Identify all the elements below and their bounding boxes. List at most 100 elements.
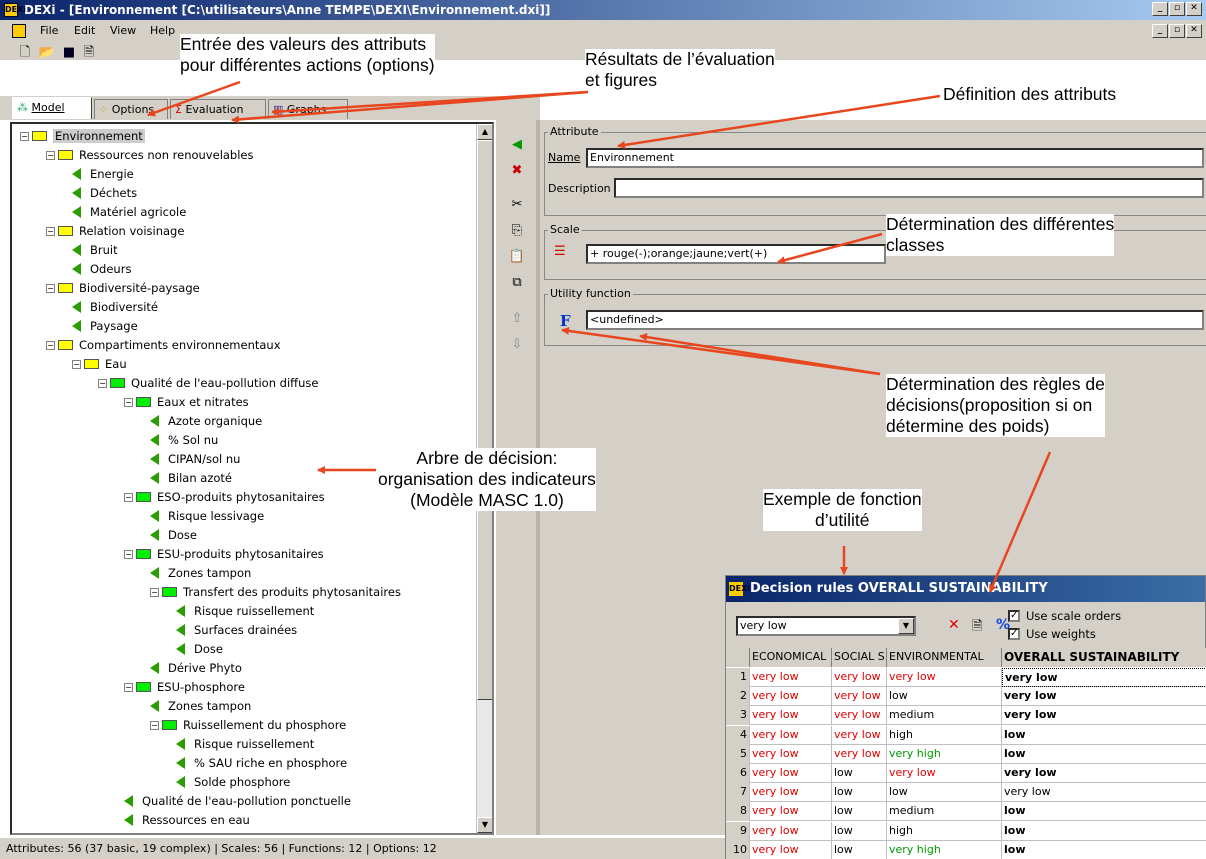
duplicate-icon[interactable]: ⧉ bbox=[508, 274, 526, 292]
child-close-button[interactable]: ✕ bbox=[1186, 24, 1202, 38]
rule-cell[interactable]: high bbox=[887, 821, 1002, 841]
rule-row[interactable]: 4 very low very low high low bbox=[726, 725, 1206, 745]
rule-cell[interactable]: low bbox=[1002, 802, 1206, 821]
rule-cell[interactable]: low bbox=[1002, 726, 1206, 745]
menu-help[interactable]: Help bbox=[150, 24, 175, 37]
rule-cell[interactable]: very low bbox=[887, 668, 1002, 687]
scroll-down-button[interactable]: ▼ bbox=[477, 817, 492, 833]
tab-graphs[interactable]: ▥ Graphs bbox=[268, 99, 348, 119]
copy-icon[interactable]: ⎘ bbox=[508, 222, 526, 240]
menu-edit[interactable]: Edit bbox=[74, 24, 95, 37]
column-header[interactable]: ENVIRONMENTAL bbox=[887, 648, 1002, 667]
tree-node[interactable]: − Biodiversité-paysage bbox=[46, 279, 200, 297]
collapse-icon[interactable]: − bbox=[72, 359, 81, 369]
utility-function-field[interactable]: <undefined> bbox=[586, 310, 1204, 330]
add-attribute-icon[interactable]: ◀ bbox=[508, 136, 526, 154]
rule-row[interactable]: 7 very low low low very low bbox=[726, 783, 1206, 803]
mdi-child-icon[interactable] bbox=[12, 24, 26, 38]
collapse-icon[interactable]: − bbox=[46, 226, 55, 236]
name-field[interactable]: Environnement bbox=[586, 148, 1204, 168]
rule-cell[interactable]: very low bbox=[832, 744, 887, 764]
tree-node[interactable]: − Compartiments environnementaux bbox=[46, 336, 281, 354]
tree-node[interactable]: Dose bbox=[176, 640, 223, 658]
rule-cell[interactable]: very low bbox=[1002, 783, 1206, 802]
rule-cell[interactable]: very low bbox=[832, 725, 887, 745]
rule-cell[interactable]: medium bbox=[887, 706, 1002, 726]
rule-cell[interactable]: very low bbox=[1002, 668, 1206, 687]
collapse-icon[interactable]: − bbox=[124, 549, 133, 559]
rule-cell[interactable]: high bbox=[887, 725, 1002, 745]
tree-node[interactable]: − Eau bbox=[72, 355, 127, 373]
delete-attribute-icon[interactable]: ✖ bbox=[508, 162, 526, 180]
rule-row[interactable]: 2 very low very low low very low bbox=[726, 687, 1206, 707]
menu-file[interactable]: File bbox=[40, 24, 58, 37]
rule-cell[interactable]: medium bbox=[887, 802, 1002, 822]
tree-node[interactable]: % Sol nu bbox=[150, 431, 218, 449]
rule-cell[interactable]: very low bbox=[832, 668, 887, 687]
tree-node[interactable]: Biodiversité bbox=[72, 298, 158, 316]
rule-row[interactable]: 3 very low very low medium very low bbox=[726, 706, 1206, 726]
tree-node[interactable]: Risque ruissellement bbox=[176, 735, 314, 753]
value-dropdown[interactable]: very low ▼ bbox=[736, 616, 916, 636]
collapse-icon[interactable]: − bbox=[46, 340, 55, 350]
rule-cell[interactable]: very low bbox=[750, 706, 832, 726]
tree-node[interactable]: % SAU riche en phosphore bbox=[176, 754, 347, 772]
rule-cell[interactable]: low bbox=[832, 783, 887, 803]
rule-cell[interactable]: very low bbox=[750, 764, 832, 783]
collapse-icon[interactable]: − bbox=[98, 835, 107, 836]
tree-node[interactable]: Risque lessivage bbox=[150, 507, 264, 525]
tab-options[interactable]: ⁘ Options bbox=[94, 99, 168, 119]
rule-cell[interactable]: very low bbox=[750, 840, 832, 859]
tree-node[interactable]: Ressources en eau bbox=[124, 811, 250, 829]
tree-node[interactable]: − ESU-produits phytosanitaires bbox=[124, 545, 324, 563]
menu-view[interactable]: View bbox=[110, 24, 136, 37]
rule-row[interactable]: 8 very low low medium low bbox=[726, 802, 1206, 822]
restore-button[interactable]: ▫ bbox=[1169, 2, 1185, 16]
open-folder-icon[interactable]: 📂 bbox=[38, 44, 56, 62]
rule-cell[interactable]: low bbox=[832, 802, 887, 822]
tree-node[interactable]: − Relation voisinage bbox=[46, 222, 184, 240]
report-icon[interactable]: 🗎 bbox=[80, 44, 98, 62]
rule-cell[interactable]: very low bbox=[750, 783, 832, 803]
new-file-icon[interactable]: 🗋 bbox=[16, 44, 34, 62]
tree-node[interactable]: Azote organique bbox=[150, 412, 262, 430]
rule-row[interactable]: 5 very low very low very high low bbox=[726, 744, 1206, 764]
collapse-icon[interactable]: − bbox=[124, 682, 133, 692]
rule-cell[interactable]: very low bbox=[750, 821, 832, 841]
tree-node[interactable]: − ESO-produits phytosanitaires bbox=[124, 488, 325, 506]
tree-node[interactable]: Energie bbox=[72, 165, 134, 183]
rule-cell[interactable]: very low bbox=[1002, 706, 1206, 725]
child-restore-button[interactable]: ▫ bbox=[1169, 24, 1185, 38]
tree-node[interactable]: Zones tampon bbox=[150, 697, 251, 715]
rule-cell[interactable]: very low bbox=[750, 802, 832, 822]
rule-row[interactable]: 6 very low low very low very low bbox=[726, 764, 1206, 783]
tree-node[interactable]: − Qualité de l'eau-pollution diffuse bbox=[98, 374, 318, 392]
rule-cell[interactable]: very low bbox=[750, 725, 832, 745]
collapse-icon[interactable]: − bbox=[98, 378, 107, 388]
cut-icon[interactable]: ✂ bbox=[508, 196, 526, 214]
use-weights-checkbox[interactable]: ✓ Use weights bbox=[1008, 627, 1096, 641]
rule-cell[interactable]: very high bbox=[887, 840, 1002, 859]
tree-node[interactable]: − Transfert des produits phytosanitaires bbox=[150, 583, 401, 601]
rule-cell[interactable]: low bbox=[832, 840, 887, 859]
column-header[interactable]: ECONOMICAL bbox=[750, 648, 832, 667]
tree-node[interactable]: Surfaces drainées bbox=[176, 621, 297, 639]
tree-node[interactable]: CIPAN/sol nu bbox=[150, 450, 240, 468]
scale-field[interactable]: + rouge(-);orange;jaune;vert(+) bbox=[586, 244, 886, 264]
rule-row[interactable]: 10 very low low very high low bbox=[726, 840, 1206, 859]
use-scale-orders-checkbox[interactable]: ✓ Use scale orders bbox=[1008, 609, 1121, 623]
paste-icon[interactable]: 📋 bbox=[508, 248, 526, 266]
tree-node[interactable]: Dérive Phyto bbox=[150, 659, 242, 677]
scale-list-icon[interactable]: ☰ bbox=[554, 244, 566, 259]
copy-rules-icon[interactable]: 🗎 bbox=[972, 617, 982, 639]
tree-node[interactable]: Risque ruissellement bbox=[176, 602, 314, 620]
tree-node[interactable]: − Ressources non renouvelables bbox=[46, 146, 254, 164]
rule-cell[interactable]: very low bbox=[750, 687, 832, 707]
column-header[interactable]: OVERALL SUSTAINABILITY bbox=[1002, 648, 1206, 667]
rule-cell[interactable]: low bbox=[887, 687, 1002, 707]
collapse-icon[interactable]: − bbox=[150, 587, 159, 597]
collapse-icon[interactable]: − bbox=[20, 131, 29, 141]
move-down-icon[interactable]: ⇩ bbox=[508, 336, 526, 354]
scroll-up-button[interactable]: ▲ bbox=[477, 124, 492, 140]
collapse-icon[interactable]: − bbox=[124, 492, 133, 502]
